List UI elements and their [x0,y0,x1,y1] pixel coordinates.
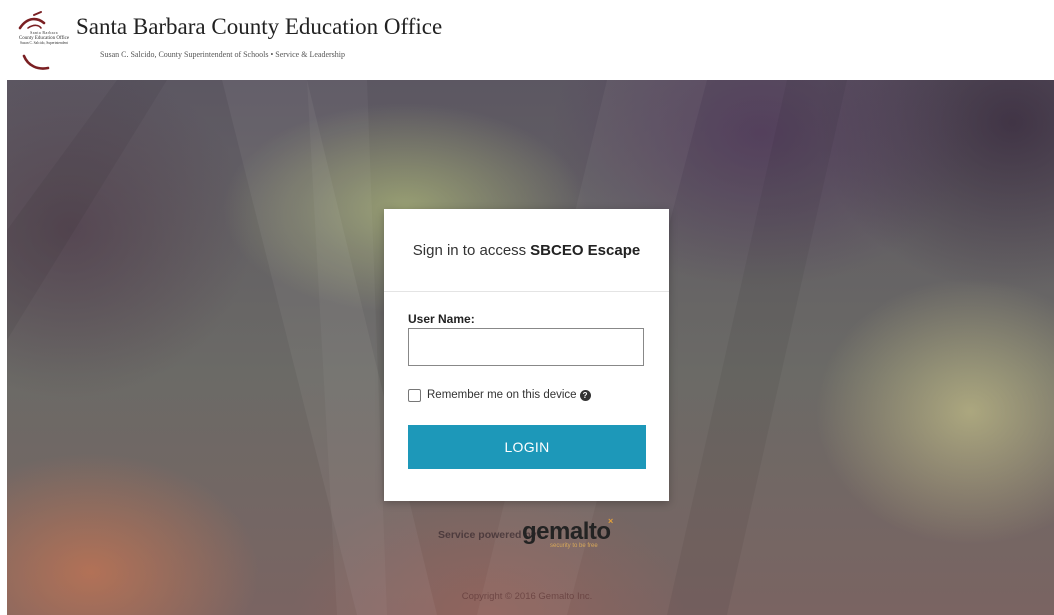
powered-by-section: Service powered by gemalto × security to… [438,516,638,552]
login-heading-app-name: SBCEO Escape [530,241,641,259]
username-input[interactable] [408,328,644,366]
org-subtitle: Susan C. Salcido, County Superintendent … [100,50,345,59]
login-button[interactable]: LOGIN [408,425,646,469]
remember-me-label[interactable]: Remember me on this device [427,389,577,401]
question-circle-icon[interactable]: ? [579,389,591,401]
copyright-text: Copyright © 2016 Gemalto Inc. [461,591,593,602]
login-heading-prefix: Sign in to access [412,241,527,259]
logo-line-3: Susan C. Salcido, Superintendent [19,41,68,46]
gemalto-tagline: security to be free [550,543,598,549]
gemalto-logo: gemalto [522,518,611,545]
remember-me-checkbox[interactable] [408,388,421,402]
username-label: User Name: [408,312,475,326]
login-card: Sign in to access SBCEO Escape User Name… [384,209,669,501]
gemalto-mark-icon: × [608,516,614,526]
remember-me-row[interactable]: Remember me on this device ? [408,387,591,403]
login-heading: Sign in to access SBCEO Escape [384,209,669,292]
site-header: Santa Barbara County Education Office Su… [0,0,1054,80]
org-title: Santa Barbara County Education Office [76,14,443,39]
logo-text: Santa Barbara County Education Office Su… [14,30,74,46]
